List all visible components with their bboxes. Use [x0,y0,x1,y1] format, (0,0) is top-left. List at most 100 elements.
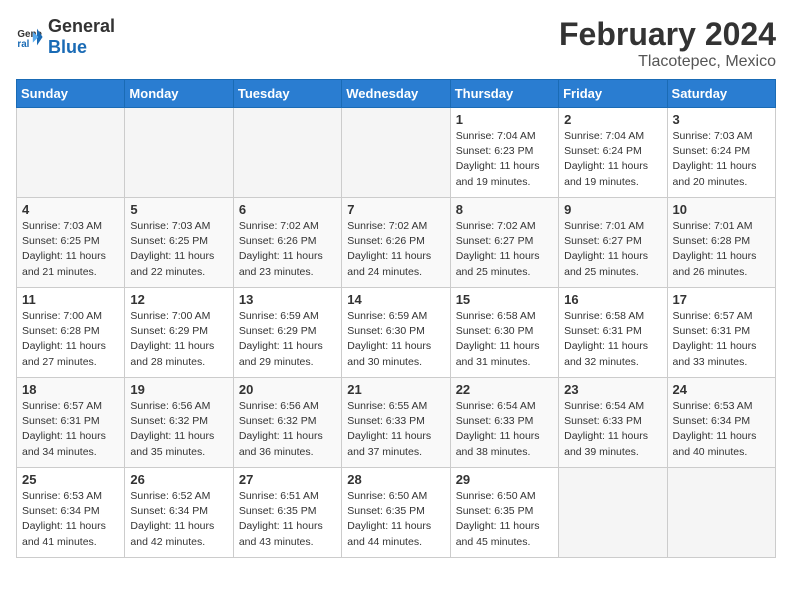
day-info: Sunrise: 7:04 AM Sunset: 6:23 PM Dayligh… [456,129,553,190]
table-row [233,108,341,198]
col-thursday: Thursday [450,80,558,108]
col-tuesday: Tuesday [233,80,341,108]
day-number: 11 [22,292,119,307]
col-saturday: Saturday [667,80,775,108]
day-info: Sunrise: 7:03 AM Sunset: 6:25 PM Dayligh… [130,219,227,280]
day-info: Sunrise: 6:58 AM Sunset: 6:31 PM Dayligh… [564,309,661,370]
day-info: Sunrise: 7:00 AM Sunset: 6:28 PM Dayligh… [22,309,119,370]
day-number: 18 [22,382,119,397]
col-wednesday: Wednesday [342,80,450,108]
day-number: 9 [564,202,661,217]
table-row: 6 Sunrise: 7:02 AM Sunset: 6:26 PM Daylig… [233,198,341,288]
day-number: 20 [239,382,336,397]
table-row: 9 Sunrise: 7:01 AM Sunset: 6:27 PM Daylig… [559,198,667,288]
day-number: 8 [456,202,553,217]
day-number: 12 [130,292,227,307]
day-number: 6 [239,202,336,217]
table-row: 27 Sunrise: 6:51 AM Sunset: 6:35 PM Dayli… [233,468,341,558]
day-number: 14 [347,292,444,307]
calendar-header-row: Sunday Monday Tuesday Wednesday Thursday… [17,80,776,108]
logo-icon: Gene ral [16,23,44,51]
table-row: 11 Sunrise: 7:00 AM Sunset: 6:28 PM Dayli… [17,288,125,378]
table-row: 2 Sunrise: 7:04 AM Sunset: 6:24 PM Daylig… [559,108,667,198]
main-title: February 2024 [559,16,776,53]
table-row: 24 Sunrise: 6:53 AM Sunset: 6:34 PM Dayli… [667,378,775,468]
table-row: 18 Sunrise: 6:57 AM Sunset: 6:31 PM Dayli… [17,378,125,468]
day-number: 7 [347,202,444,217]
day-number: 2 [564,112,661,127]
table-row: 13Sunrise: 6:59 AM Sunset: 6:29 PM Dayli… [233,288,341,378]
table-row: 1Sunrise: 7:04 AM Sunset: 6:23 PM Daylig… [450,108,558,198]
table-row: 12 Sunrise: 7:00 AM Sunset: 6:29 PM Dayli… [125,288,233,378]
table-row: 29 Sunrise: 6:50 AM Sunset: 6:35 PM Dayli… [450,468,558,558]
table-row: 19 Sunrise: 6:56 AM Sunset: 6:32 PM Dayli… [125,378,233,468]
logo-ral-text: ral [93,16,115,36]
day-info: Sunrise: 6:53 AM Sunset: 6:34 PM Dayligh… [22,489,119,550]
day-info: Sunrise: 7:03 AM Sunset: 6:24 PM Dayligh… [673,129,770,190]
table-row: 25 Sunrise: 6:53 AM Sunset: 6:34 PM Dayli… [17,468,125,558]
day-info: Sunrise: 6:59 AM Sunset: 6:30 PM Dayligh… [347,309,444,370]
logo: Gene ral General Blue [16,16,115,58]
day-number: 27 [239,472,336,487]
table-row: 5 Sunrise: 7:03 AM Sunset: 6:25 PM Daylig… [125,198,233,288]
table-row: 20Sunrise: 6:56 AM Sunset: 6:32 PM Dayli… [233,378,341,468]
day-number: 13 [239,292,336,307]
table-row: 26Sunrise: 6:52 AM Sunset: 6:34 PM Dayli… [125,468,233,558]
day-info: Sunrise: 7:02 AM Sunset: 6:26 PM Dayligh… [239,219,336,280]
day-info: Sunrise: 6:58 AM Sunset: 6:30 PM Dayligh… [456,309,553,370]
day-number: 10 [673,202,770,217]
day-number: 28 [347,472,444,487]
day-info: Sunrise: 6:52 AM Sunset: 6:34 PM Dayligh… [130,489,227,550]
day-number: 4 [22,202,119,217]
day-number: 5 [130,202,227,217]
table-row: 21 Sunrise: 6:55 AM Sunset: 6:33 PM Dayli… [342,378,450,468]
day-info: Sunrise: 6:57 AM Sunset: 6:31 PM Dayligh… [673,309,770,370]
day-number: 23 [564,382,661,397]
subtitle: Tlacotepec, Mexico [559,53,776,71]
day-info: Sunrise: 7:00 AM Sunset: 6:29 PM Dayligh… [130,309,227,370]
day-number: 17 [673,292,770,307]
day-number: 24 [673,382,770,397]
day-info: Sunrise: 6:56 AM Sunset: 6:32 PM Dayligh… [130,399,227,460]
calendar-week-row: 1Sunrise: 7:04 AM Sunset: 6:23 PM Daylig… [17,108,776,198]
day-info: Sunrise: 6:55 AM Sunset: 6:33 PM Dayligh… [347,399,444,460]
day-info: Sunrise: 6:54 AM Sunset: 6:33 PM Dayligh… [564,399,661,460]
table-row: 14 Sunrise: 6:59 AM Sunset: 6:30 PM Dayli… [342,288,450,378]
table-row: 22 Sunrise: 6:54 AM Sunset: 6:33 PM Dayli… [450,378,558,468]
table-row [342,108,450,198]
calendar-week-row: 11 Sunrise: 7:00 AM Sunset: 6:28 PM Dayli… [17,288,776,378]
table-row: 23 Sunrise: 6:54 AM Sunset: 6:33 PM Dayli… [559,378,667,468]
day-info: Sunrise: 6:50 AM Sunset: 6:35 PM Dayligh… [456,489,553,550]
table-row: 4 Sunrise: 7:03 AM Sunset: 6:25 PM Daylig… [17,198,125,288]
day-info: Sunrise: 7:04 AM Sunset: 6:24 PM Dayligh… [564,129,661,190]
col-sunday: Sunday [17,80,125,108]
logo-general-text: Gene [48,16,93,36]
day-info: Sunrise: 7:01 AM Sunset: 6:27 PM Dayligh… [564,219,661,280]
col-friday: Friday [559,80,667,108]
day-number: 22 [456,382,553,397]
calendar-week-row: 4 Sunrise: 7:03 AM Sunset: 6:25 PM Daylig… [17,198,776,288]
calendar-week-row: 18 Sunrise: 6:57 AM Sunset: 6:31 PM Dayli… [17,378,776,468]
calendar-week-row: 25 Sunrise: 6:53 AM Sunset: 6:34 PM Dayli… [17,468,776,558]
day-number: 29 [456,472,553,487]
day-info: Sunrise: 6:54 AM Sunset: 6:33 PM Dayligh… [456,399,553,460]
calendar-table: Sunday Monday Tuesday Wednesday Thursday… [16,79,776,558]
day-info: Sunrise: 6:57 AM Sunset: 6:31 PM Dayligh… [22,399,119,460]
day-number: 25 [22,472,119,487]
table-row [667,468,775,558]
table-row: 17 Sunrise: 6:57 AM Sunset: 6:31 PM Dayli… [667,288,775,378]
day-info: Sunrise: 7:01 AM Sunset: 6:28 PM Dayligh… [673,219,770,280]
day-info: Sunrise: 6:51 AM Sunset: 6:35 PM Dayligh… [239,489,336,550]
table-row: 15Sunrise: 6:58 AM Sunset: 6:30 PM Dayli… [450,288,558,378]
logo-blue-text: Blue [48,37,87,57]
day-info: Sunrise: 6:53 AM Sunset: 6:34 PM Dayligh… [673,399,770,460]
day-info: Sunrise: 6:50 AM Sunset: 6:35 PM Dayligh… [347,489,444,550]
day-number: 21 [347,382,444,397]
day-info: Sunrise: 7:02 AM Sunset: 6:27 PM Dayligh… [456,219,553,280]
title-area: February 2024 Tlacotepec, Mexico [559,16,776,71]
table-row [125,108,233,198]
table-row: 28 Sunrise: 6:50 AM Sunset: 6:35 PM Dayli… [342,468,450,558]
day-number: 19 [130,382,227,397]
day-info: Sunrise: 7:03 AM Sunset: 6:25 PM Dayligh… [22,219,119,280]
table-row: 16Sunrise: 6:58 AM Sunset: 6:31 PM Dayli… [559,288,667,378]
